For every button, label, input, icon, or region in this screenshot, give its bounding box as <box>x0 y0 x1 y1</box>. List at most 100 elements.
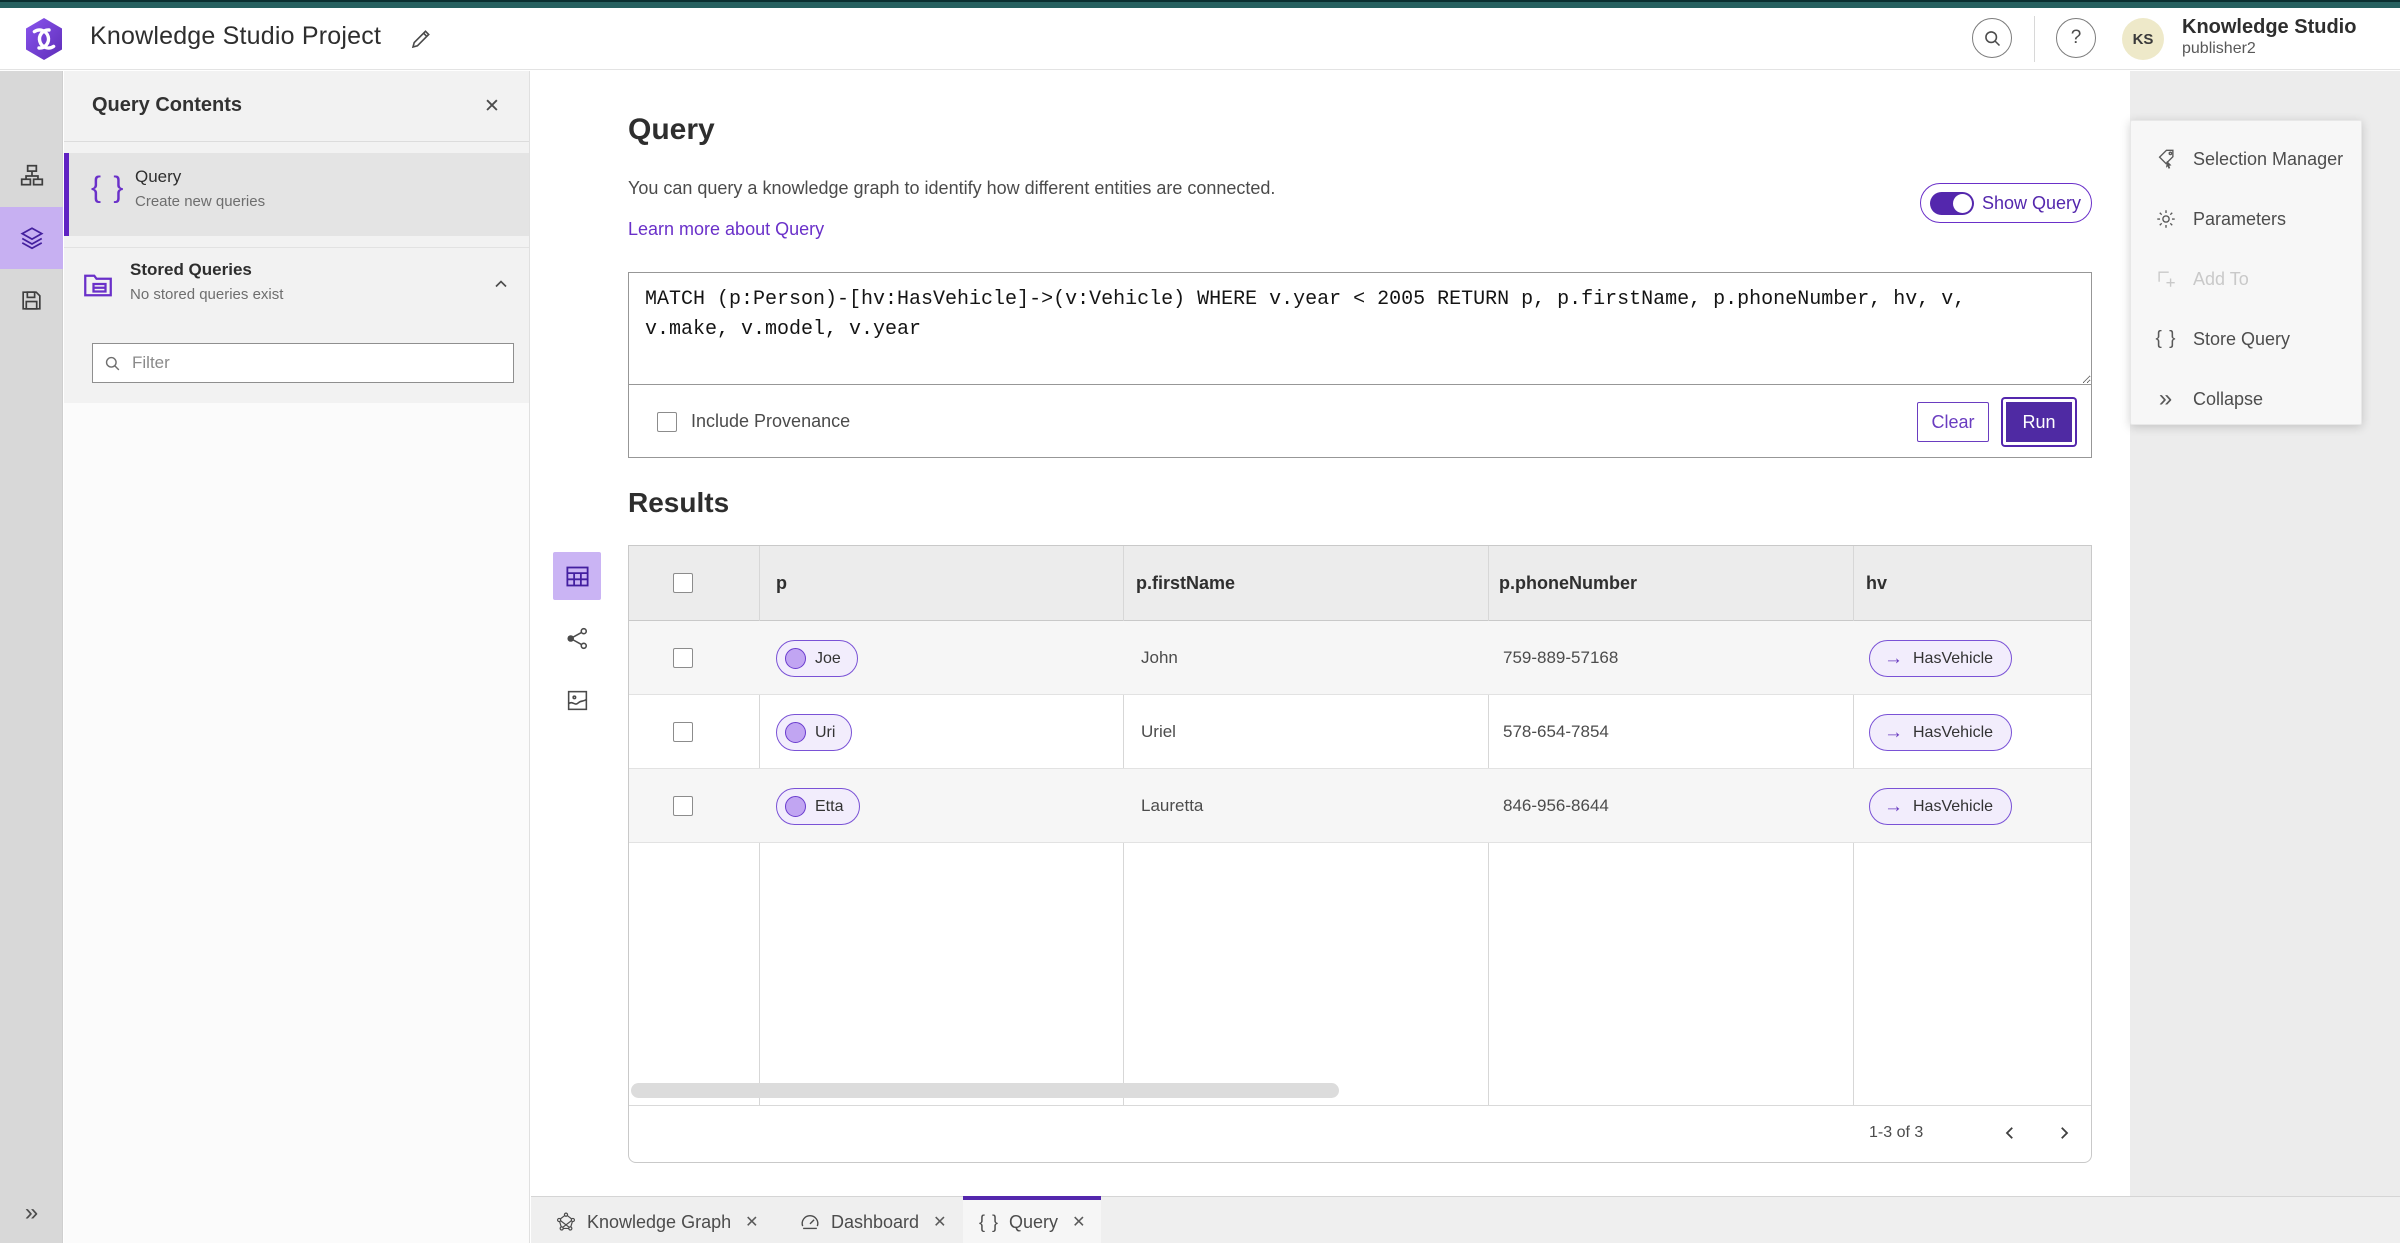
column-header-hv: hv <box>1866 573 1888 593</box>
row-checkbox[interactable] <box>673 648 693 668</box>
entity-chip[interactable]: Etta <box>776 788 861 825</box>
tab-knowledge-graph[interactable]: Knowledge Graph ✕ <box>539 1196 775 1243</box>
pagination-divider <box>629 1105 2091 1106</box>
table-icon <box>565 566 589 586</box>
add-to-icon <box>2153 268 2179 290</box>
relationship-chip[interactable]: → HasVehicle <box>1869 788 2013 825</box>
save-rail-button[interactable] <box>0 269 63 331</box>
relationship-chip[interactable]: → HasVehicle <box>1869 714 2013 751</box>
close-tab-icon[interactable]: ✕ <box>933 1212 946 1232</box>
column-header-p: p <box>776 573 787 593</box>
close-panel-icon[interactable]: ✕ <box>477 91 507 121</box>
query-item-description: Create new queries <box>135 193 266 210</box>
tool-label: Store Query <box>2193 328 2291 349</box>
entity-chip-label: Uri <box>815 723 836 741</box>
tab-query[interactable]: { } Query ✕ <box>963 1196 1102 1243</box>
show-query-toggle[interactable]: Show Query <box>1920 183 2092 223</box>
double-chevron-right-icon: » <box>2158 385 2174 412</box>
close-tab-icon[interactable]: ✕ <box>745 1212 758 1232</box>
contents-panel-header: Query Contents ✕ <box>64 71 529 142</box>
row-checkbox[interactable] <box>673 722 693 742</box>
gear-icon <box>2153 208 2179 230</box>
tool-label: Selection Manager <box>2193 148 2344 169</box>
cell-phonenumber: 846-956-8644 <box>1503 796 1609 815</box>
chevron-right-icon <box>2061 1127 2069 1139</box>
stored-queries-label: Stored Queries <box>130 260 252 279</box>
tab-dashboard[interactable]: Dashboard ✕ <box>783 1196 962 1243</box>
contents-panel-empty-area <box>64 403 529 1243</box>
stored-queries-folder-icon <box>80 266 116 302</box>
tab-label: Knowledge Graph <box>587 1211 732 1232</box>
include-provenance-checkbox[interactable] <box>657 412 677 432</box>
search-button[interactable] <box>1972 18 2012 58</box>
expand-rail-icon[interactable]: » <box>0 1191 63 1235</box>
clear-button[interactable]: Clear <box>1917 402 1989 442</box>
results-title: Results <box>628 487 730 518</box>
collapse-panel-button[interactable]: » Collapse <box>2131 369 2361 429</box>
filter-input[interactable] <box>132 353 503 373</box>
chevron-left-icon <box>2005 1127 2013 1139</box>
contents-rail-button[interactable] <box>0 207 63 269</box>
previous-page-button[interactable] <box>1993 1116 2027 1150</box>
query-item-label: Query <box>135 167 182 186</box>
selection-manager-icon <box>2153 148 2179 170</box>
knowledge-studio-app: Knowledge Studio Project ? KS Knowledge … <box>0 0 2400 1243</box>
relationship-arrow-icon: → <box>1884 721 1903 743</box>
row-checkbox[interactable] <box>673 796 693 816</box>
horizontal-scrollbar-thumb[interactable] <box>631 1083 1339 1098</box>
edit-title-icon[interactable] <box>404 22 438 56</box>
entity-dot-icon <box>785 722 806 743</box>
select-all-checkbox[interactable] <box>673 573 693 593</box>
relationship-arrow-icon: → <box>1884 647 1903 669</box>
column-header-phonenumber: p.phoneNumber <box>1499 573 1637 593</box>
learn-more-link[interactable]: Learn more about Query <box>628 219 824 240</box>
cell-firstname: John <box>1141 648 1178 667</box>
query-description: You can query a knowledge graph to ident… <box>628 178 1276 198</box>
relationship-chip[interactable]: → HasVehicle <box>1869 640 2013 677</box>
entity-chip[interactable]: Uri <box>776 714 853 751</box>
tab-label: Dashboard <box>831 1211 920 1232</box>
layers-icon <box>19 227 44 250</box>
relationship-arrow-icon: → <box>1884 795 1903 817</box>
braces-icon: { } <box>91 171 126 204</box>
help-button[interactable]: ? <box>2056 18 2096 58</box>
table-row: Joe John 759-889-57168 → HasVehicle <box>629 621 2091 695</box>
relationship-chip-label: HasVehicle <box>1913 649 1994 667</box>
chevron-up-icon[interactable] <box>491 274 511 294</box>
run-button[interactable]: Run <box>2003 399 2075 445</box>
sidebar-item-query[interactable]: { } Query Create new queries <box>64 153 529 236</box>
selection-manager-button[interactable]: Selection Manager <box>2131 129 2361 189</box>
search-icon <box>1984 30 2000 46</box>
braces-icon: { } <box>2155 328 2177 349</box>
help-icon: ? <box>2070 27 2082 48</box>
entity-chip-label: Joe <box>815 649 841 667</box>
tool-label: Add To <box>2193 268 2249 289</box>
close-tab-icon[interactable]: ✕ <box>1072 1212 1085 1232</box>
contents-panel-title: Query Contents <box>92 94 243 116</box>
user-avatar[interactable]: KS <box>2122 18 2164 60</box>
pagination-range: 1-3 of 3 <box>1869 1124 1924 1141</box>
link-chart-view-button[interactable] <box>553 614 601 662</box>
toggle-track <box>1930 191 1974 215</box>
sidebar-item-stored-queries[interactable]: Stored Queries No stored queries exist <box>64 247 529 329</box>
braces-icon: { } <box>979 1211 1000 1232</box>
query-editor-container: MATCH (p:Person)-[hv:HasVehicle]->(v:Veh… <box>628 272 2092 458</box>
entity-chip[interactable]: Joe <box>776 640 858 677</box>
sitemap-icon <box>20 164 43 186</box>
map-view-button[interactable] <box>553 676 601 724</box>
table-header-row: p p.firstName p.phoneNumber hv <box>629 546 2091 621</box>
cell-firstname: Lauretta <box>1141 796 1204 815</box>
link-chart-icon <box>566 627 587 649</box>
query-editor[interactable]: MATCH (p:Person)-[hv:HasVehicle]->(v:Veh… <box>629 273 2091 385</box>
add-to-button: Add To <box>2131 249 2361 309</box>
filter-search-icon <box>105 356 120 370</box>
data-model-rail-button[interactable] <box>0 145 63 207</box>
store-query-button[interactable]: { } Store Query <box>2131 309 2361 369</box>
knowledge-graph-icon <box>555 1211 577 1233</box>
table-view-button[interactable] <box>553 552 601 600</box>
app-logo-icon[interactable] <box>22 17 66 61</box>
dashboard-gauge-icon <box>799 1211 821 1233</box>
parameters-button[interactable]: Parameters <box>2131 189 2361 249</box>
next-page-button[interactable] <box>2047 1116 2081 1150</box>
cell-phonenumber: 578-654-7854 <box>1503 722 1609 741</box>
